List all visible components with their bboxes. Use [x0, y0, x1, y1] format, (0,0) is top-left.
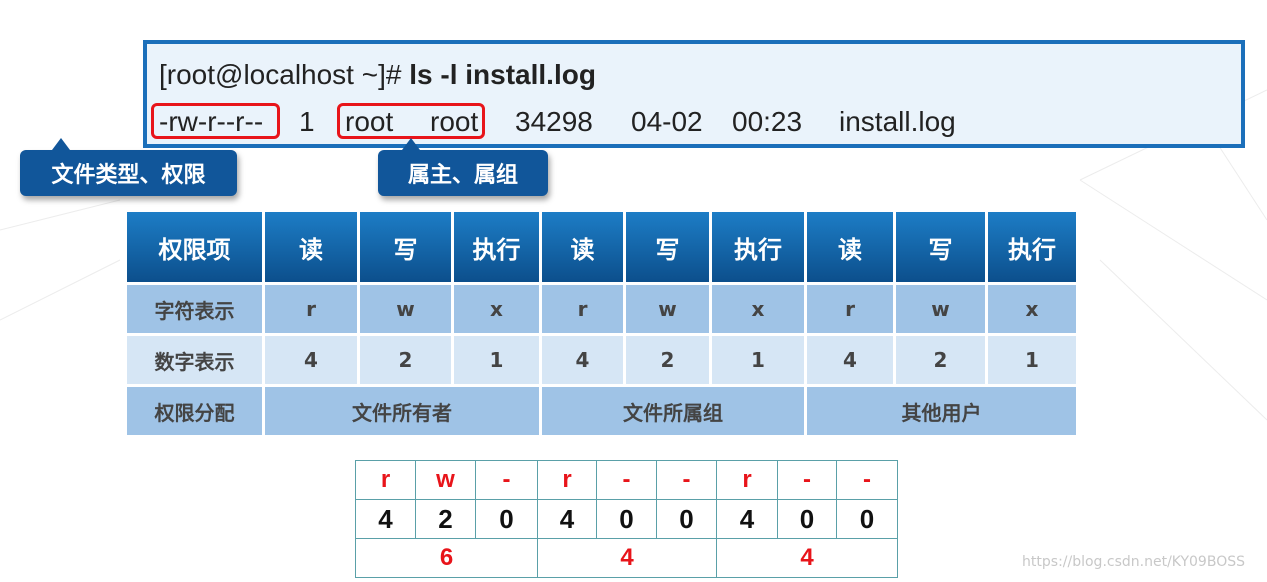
- bit-digit: 2: [415, 499, 476, 539]
- group-sum: 4: [537, 538, 717, 578]
- assign-row: 权限分配 文件所有者 文件所属组 其他用户: [127, 387, 1076, 435]
- char-row: 字符表示 r w x r w x r w x: [127, 285, 1076, 333]
- owner-group-highlight: [337, 103, 485, 139]
- header-cell: 执行: [988, 212, 1076, 282]
- table-cell: r: [542, 285, 623, 333]
- table-cell: 2: [626, 336, 709, 384]
- digits-row: 4 2 0 4 0 0 4 0 0: [355, 499, 898, 539]
- header-cell: 读: [265, 212, 357, 282]
- table-cell: 4: [807, 336, 893, 384]
- bit-letter: -: [475, 460, 538, 500]
- num-row: 数字表示 4 2 1 4 2 1 4 2 1: [127, 336, 1076, 384]
- header-cell: 执行: [454, 212, 539, 282]
- callout-type-perms: 文件类型、权限: [20, 138, 237, 196]
- bit-letter: -: [836, 460, 898, 500]
- bit-letter: -: [777, 460, 837, 500]
- permission-table: 权限项 读 写 执行 读 写 执行 读 写 执行 字符表示 r w x r w …: [124, 209, 1079, 438]
- terminal-box: [root@localhost ~]# ls -l install.log -r…: [143, 40, 1245, 148]
- output-size: 34298: [515, 106, 593, 137]
- perms-highlight: [151, 103, 280, 139]
- command: ls -l install.log: [409, 59, 596, 90]
- table-cell: x: [454, 285, 539, 333]
- sums-row: 6 4 4: [355, 538, 898, 578]
- owner-sum: 6: [355, 538, 538, 578]
- callout-arrow: [52, 138, 70, 150]
- header-cell: 权限项: [127, 212, 262, 282]
- header-cell: 写: [896, 212, 985, 282]
- letters-row: r w - r - - r - -: [355, 460, 898, 500]
- owner-group-cell: 文件所有者: [265, 387, 539, 435]
- output-links: 1: [299, 106, 315, 137]
- table-cell: 字符表示: [127, 285, 262, 333]
- bit-letter: w: [415, 460, 476, 500]
- table-cell: r: [807, 285, 893, 333]
- group-cell: 文件所属组: [542, 387, 804, 435]
- bit-digit: 0: [836, 499, 898, 539]
- bit-digit: 4: [537, 499, 597, 539]
- others-cell: 其他用户: [807, 387, 1076, 435]
- bit-letter: r: [537, 460, 597, 500]
- watermark: https://blog.csdn.net/KY09BOSS: [1022, 554, 1245, 570]
- header-cell: 读: [542, 212, 623, 282]
- bit-digit: 0: [656, 499, 717, 539]
- others-sum: 4: [716, 538, 898, 578]
- callout-owner-group: 属主、属组: [378, 138, 548, 196]
- bit-digit: 4: [716, 499, 778, 539]
- bit-digit: 0: [475, 499, 538, 539]
- output-filename: install.log: [839, 106, 956, 137]
- table-cell: 1: [712, 336, 804, 384]
- table-cell: 权限分配: [127, 387, 262, 435]
- table-cell: w: [896, 285, 985, 333]
- bit-digit: 0: [596, 499, 657, 539]
- table-cell: x: [712, 285, 804, 333]
- header-cell: 写: [360, 212, 451, 282]
- bit-digit: 0: [777, 499, 837, 539]
- table-cell: 4: [265, 336, 357, 384]
- prompt: [root@localhost ~]#: [159, 59, 410, 90]
- table-cell: 2: [360, 336, 451, 384]
- bit-letter: -: [596, 460, 657, 500]
- callout-type-perms-label: 文件类型、权限: [51, 163, 206, 188]
- output-time: 00:23: [732, 106, 803, 137]
- bit-digit: 4: [355, 499, 416, 539]
- callout-owner-group-label: 属主、属组: [407, 163, 518, 188]
- bit-letter: r: [716, 460, 778, 500]
- bit-letter: r: [355, 460, 416, 500]
- table-cell: w: [626, 285, 709, 333]
- bit-letter: -: [656, 460, 717, 500]
- command-line: [root@localhost ~]# ls -l install.log: [159, 59, 596, 91]
- table-cell: x: [988, 285, 1076, 333]
- header-cell: 写: [626, 212, 709, 282]
- callout-arrow: [402, 138, 420, 150]
- output-date: 04-02: [631, 106, 703, 137]
- table-cell: 1: [988, 336, 1076, 384]
- header-cell: 读: [807, 212, 893, 282]
- table-cell: 4: [542, 336, 623, 384]
- table-cell: w: [360, 285, 451, 333]
- table-cell: r: [265, 285, 357, 333]
- bit-table: r w - r - - r - - 4 2 0 4 0 0 4 0 0 6 4 …: [355, 460, 898, 578]
- header-row: 权限项 读 写 执行 读 写 执行 读 写 执行: [127, 212, 1076, 282]
- table-cell: 1: [454, 336, 539, 384]
- table-cell: 2: [896, 336, 985, 384]
- table-cell: 数字表示: [127, 336, 262, 384]
- header-cell: 执行: [712, 212, 804, 282]
